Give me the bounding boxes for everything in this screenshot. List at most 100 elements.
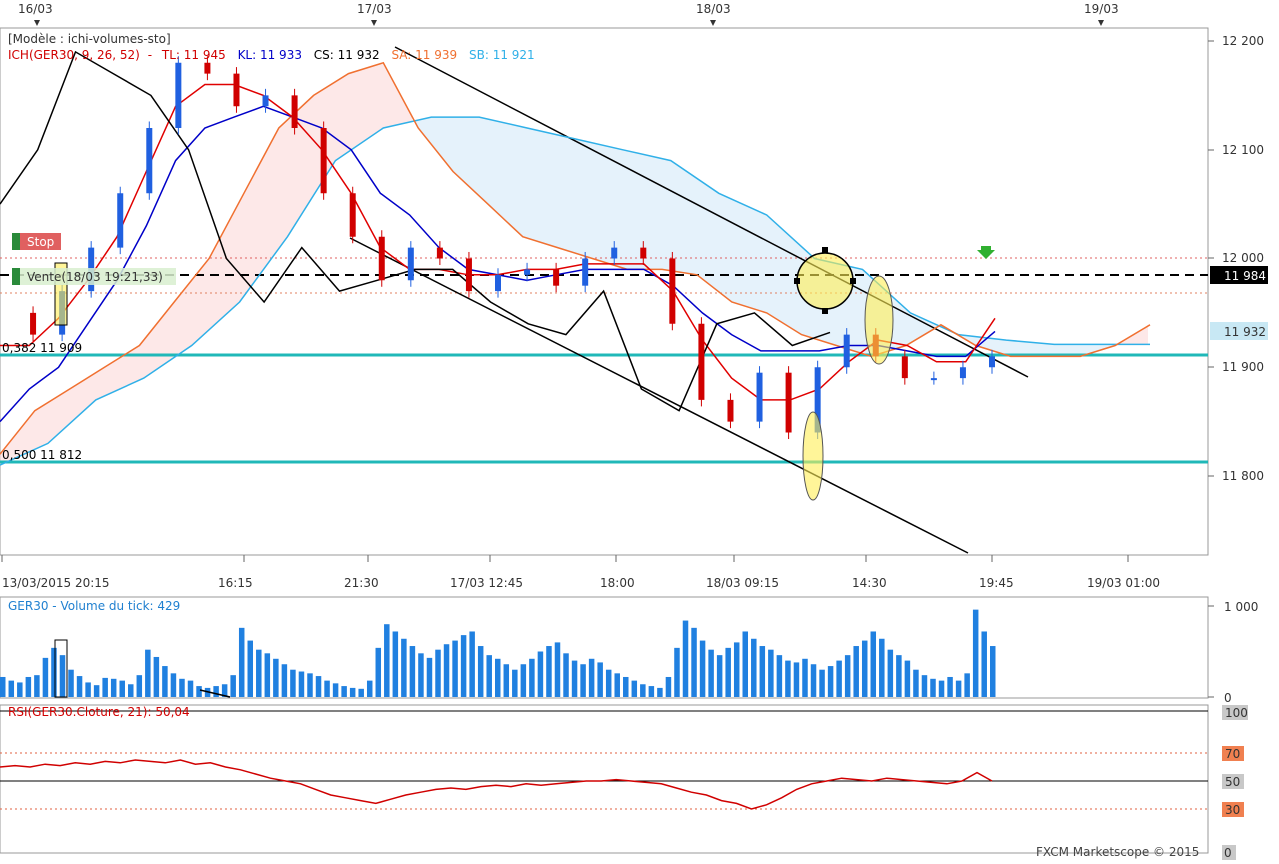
rsi-tick: 50	[1225, 775, 1240, 789]
footer-brand: FXCM Marketscope © 2015	[1036, 845, 1199, 859]
volume-bar	[776, 655, 783, 697]
sell-label-text: Vente(18/03 19:21,33)	[27, 270, 163, 284]
top-date-label: 16/03	[18, 2, 53, 16]
time-tick: 18:00	[600, 576, 635, 590]
volume-bar	[375, 647, 382, 697]
volume-bar	[256, 649, 262, 697]
volume-bar	[554, 642, 561, 697]
price-tick: 12 000	[1222, 251, 1264, 265]
volume-bar	[162, 666, 168, 697]
volume-bar	[17, 682, 23, 697]
volume-bar	[904, 660, 911, 697]
volume-bar	[264, 653, 271, 697]
volume-bar	[793, 662, 800, 697]
volume-bar	[213, 686, 219, 697]
candle-body	[989, 356, 995, 368]
volume-bar	[384, 624, 390, 697]
volume-bar	[870, 631, 877, 697]
candle-body	[959, 367, 966, 379]
volume-bar	[614, 673, 620, 697]
candle-body	[669, 258, 676, 324]
highlight-ellipse	[864, 275, 894, 365]
ichimoku-tl: TL: 11 945	[161, 48, 226, 62]
volume-bar	[102, 677, 108, 697]
time-tick: 14:30	[852, 576, 887, 590]
volume-bar	[879, 638, 885, 697]
rsi-tick: 30	[1225, 803, 1240, 817]
volume-bar	[324, 680, 330, 697]
volume-bar	[512, 669, 518, 697]
volume-tick: 0	[1224, 691, 1232, 705]
price-badge-text: 11 984	[1224, 269, 1266, 283]
volume-bar	[623, 676, 629, 697]
volume-bar	[537, 651, 544, 697]
template-label: [Modèle : ichi-volumes-sto]	[8, 32, 171, 46]
volume-bar	[110, 678, 117, 697]
volume-bar	[836, 660, 842, 697]
candle-body	[640, 247, 647, 259]
volume-bar	[708, 649, 714, 697]
candle-body	[436, 247, 443, 259]
candle-body	[611, 247, 618, 259]
volume-bar	[605, 669, 612, 697]
volume-bar	[426, 657, 433, 697]
current-price-badge-black: 11 984	[1210, 266, 1268, 284]
volume-bar	[341, 686, 347, 697]
candle-body	[465, 258, 472, 292]
volume-tick: 1 000	[1224, 600, 1258, 614]
volume-bar	[640, 684, 646, 697]
volume-panel[interactable]: GER30 - Volume du tick: 429 1 000 0	[0, 596, 1258, 705]
volume-bar	[691, 627, 697, 697]
volume-bar	[76, 676, 83, 697]
volume-title: GER30 - Volume du tick: 429	[8, 599, 180, 613]
ichimoku-kl: KL: 11 933	[238, 48, 302, 62]
volume-bar	[418, 653, 424, 697]
top-date-label: 19/03	[1084, 2, 1119, 16]
candle-body	[727, 399, 734, 422]
candle-body	[756, 372, 763, 422]
volume-bar	[665, 676, 672, 697]
highlight-ellipse	[802, 411, 824, 501]
candle-body	[233, 73, 240, 107]
volume-bar	[751, 638, 757, 697]
candle-body	[349, 193, 356, 237]
time-tick: 21:30	[344, 576, 379, 590]
volume-bar	[580, 664, 586, 697]
volume-bar	[128, 684, 134, 697]
volume-bar	[85, 682, 91, 697]
circle-handle-icon	[794, 278, 800, 284]
volume-bar	[349, 687, 356, 697]
time-tick: 17/03 12:45	[450, 576, 523, 590]
price-panel[interactable]: [Modèle : ichi-volumes-sto] ICH(GER30, 9…	[0, 27, 1268, 556]
volume-bar	[230, 675, 236, 697]
volume-bar	[170, 673, 177, 697]
chart-root: 16/03 17/03 18/03 19/03 [Modèle: ichi-v…	[0, 0, 1279, 860]
volume-bar	[153, 656, 160, 697]
fib-382-label: 0,382 11 909	[2, 341, 82, 355]
ichimoku-sa: SA: 11 939	[391, 48, 457, 62]
volume-bar	[401, 638, 407, 697]
volume-bar	[366, 680, 373, 697]
rsi-tick: 100	[1225, 706, 1248, 720]
volume-bar	[742, 631, 748, 697]
volume-bar	[34, 675, 40, 697]
volume-bar	[51, 647, 57, 697]
stop-order-label[interactable]: Stop	[12, 233, 61, 250]
volume-bar	[990, 646, 996, 697]
sell-order-label[interactable]: Vente(18/03 19:21,33)	[12, 268, 176, 285]
volume-bar	[597, 662, 603, 697]
volume-bar	[136, 675, 143, 697]
candle-body	[291, 95, 298, 128]
candle-body	[204, 62, 211, 74]
volume-bar	[913, 669, 919, 697]
rsi-panel[interactable]: RSI(GER30.Cloture, 21): 50,04 100 70 50 …	[0, 704, 1248, 860]
volume-bar	[358, 688, 364, 697]
ichimoku-sb: SB: 11 921	[469, 48, 535, 62]
volume-bar	[460, 635, 467, 697]
time-tick: 18/03 09:15	[706, 576, 779, 590]
volume-bar	[674, 647, 680, 697]
volume-bar	[733, 642, 740, 697]
rsi-title: RSI(GER30.Cloture, 21): 50,04	[8, 705, 190, 719]
volume-bar	[25, 676, 32, 697]
circle-handle-icon	[822, 247, 828, 253]
